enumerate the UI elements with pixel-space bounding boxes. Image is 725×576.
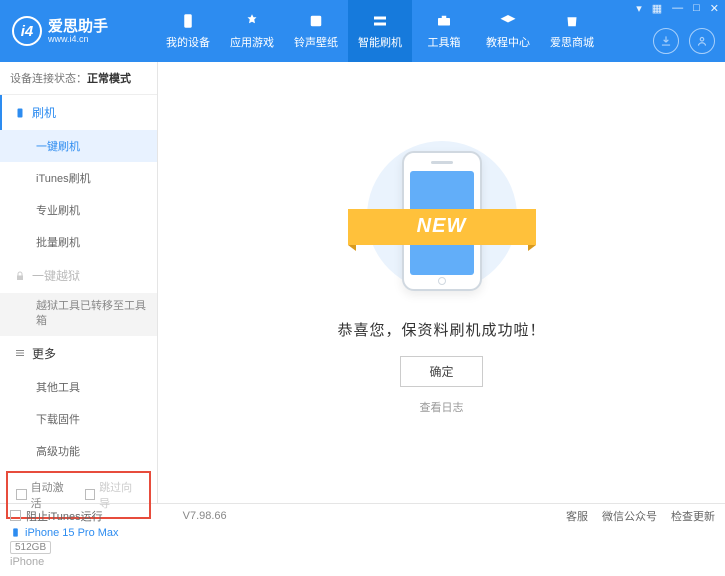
logo-title: 爱思助手 (48, 19, 108, 34)
connection-status: 设备连接状态：正常模式 (0, 62, 157, 95)
checkbox-block-itunes[interactable]: 阻止iTunes运行 (10, 508, 103, 524)
footer-link-wechat[interactable]: 微信公众号 (602, 508, 657, 524)
flash-icon (371, 12, 389, 30)
nav-label: 我的设备 (166, 34, 210, 50)
sidebar-item-advanced[interactable]: 高级功能 (0, 435, 157, 467)
sidebar-item-onekey-flash[interactable]: 一键刷机 (0, 130, 157, 162)
checkbox-label: 跳过向导 (99, 479, 141, 511)
checkbox-skip-wizard[interactable]: 跳过向导 (85, 479, 142, 511)
title-bar: ▾ ▦ — □ ✕ i4 爱思助手 www.i4.cn 我的设备 应用游戏 铃声… (0, 0, 725, 62)
sidebar-item-itunes-flash[interactable]: iTunes刷机 (0, 162, 157, 194)
sidebar-item-pro-flash[interactable]: 专业刷机 (0, 194, 157, 226)
nav-label: 爱思商城 (550, 34, 594, 50)
sidebar-item-other-tools[interactable]: 其他工具 (0, 371, 157, 403)
device-type: iPhone (10, 556, 147, 568)
ok-button[interactable]: 确定 (400, 356, 482, 387)
sidebar-group-label: 更多 (32, 345, 56, 362)
nav-apps[interactable]: 应用游戏 (220, 0, 284, 62)
device-capacity: 512GB (10, 541, 51, 554)
nav-store[interactable]: 爱思商城 (540, 0, 604, 62)
store-icon (563, 12, 581, 30)
user-button[interactable] (689, 28, 715, 54)
sidebar-group-jailbreak: 一键越狱 (0, 258, 157, 293)
checkbox-icon (85, 489, 96, 500)
main-content: NEW 恭喜您，保资料刷机成功啦！ 确定 查看日志 (158, 62, 725, 503)
nav-label: 铃声壁纸 (294, 34, 338, 50)
ringtone-icon (307, 12, 325, 30)
device-info[interactable]: iPhone 15 Pro Max 512GB iPhone (0, 523, 157, 576)
toolbox-icon (435, 12, 453, 30)
checkbox-icon (10, 510, 21, 521)
connection-mode: 正常模式 (87, 73, 131, 85)
logo[interactable]: i4 爱思助手 www.i4.cn (8, 16, 156, 46)
success-message: 恭喜您，保资料刷机成功啦！ (337, 319, 545, 340)
checkbox-label: 自动激活 (31, 479, 73, 511)
minimize-icon[interactable]: — (672, 2, 683, 15)
top-nav: 我的设备 应用游戏 铃声壁纸 智能刷机 工具箱 教程中心 爱思商城 (156, 0, 604, 62)
checkbox-auto-activate[interactable]: 自动激活 (16, 479, 73, 511)
nav-tutorials[interactable]: 教程中心 (476, 0, 540, 62)
sidebar-item-batch-flash[interactable]: 批量刷机 (0, 226, 157, 258)
sidebar-item-download-firmware[interactable]: 下载固件 (0, 403, 157, 435)
sidebar: 设备连接状态：正常模式 刷机 一键刷机 iTunes刷机 专业刷机 批量刷机 一… (0, 62, 158, 503)
window-controls: ▾ ▦ — □ ✕ (636, 2, 719, 15)
sidebar-jailbreak-info: 越狱工具已转移至工具箱 (0, 293, 157, 336)
apps-icon (243, 12, 261, 30)
device-icon (179, 12, 197, 30)
nav-label: 工具箱 (428, 34, 461, 50)
logo-icon: i4 (12, 16, 42, 46)
success-illustration: NEW (352, 131, 532, 301)
tutorial-icon (499, 12, 517, 30)
version-label: V7.98.66 (183, 510, 227, 522)
menu-icon[interactable]: ▾ (636, 2, 642, 15)
maximize-icon[interactable]: □ (693, 2, 700, 15)
nav-label: 智能刷机 (358, 34, 402, 50)
sidebar-group-more[interactable]: 更多 (0, 336, 157, 371)
device-name: iPhone 15 Pro Max (25, 527, 119, 539)
checkbox-icon (16, 489, 27, 500)
close-icon[interactable]: ✕ (710, 2, 719, 15)
view-log-link[interactable]: 查看日志 (420, 399, 464, 415)
nav-my-device[interactable]: 我的设备 (156, 0, 220, 62)
footer-link-update[interactable]: 检查更新 (671, 508, 715, 524)
new-ribbon: NEW (348, 209, 536, 245)
sidebar-group-label: 一键越狱 (32, 267, 80, 284)
nav-label: 教程中心 (486, 34, 530, 50)
checkbox-label: 阻止iTunes运行 (26, 508, 103, 524)
header-actions (653, 28, 715, 54)
nav-flash[interactable]: 智能刷机 (348, 0, 412, 62)
sidebar-group-flash[interactable]: 刷机 (0, 95, 157, 130)
download-button[interactable] (653, 28, 679, 54)
nav-label: 应用游戏 (230, 34, 274, 50)
footer-link-support[interactable]: 客服 (566, 508, 588, 524)
nav-toolbox[interactable]: 工具箱 (412, 0, 476, 62)
nav-ringtones[interactable]: 铃声壁纸 (284, 0, 348, 62)
sidebar-group-label: 刷机 (32, 104, 56, 121)
grid-icon[interactable]: ▦ (652, 2, 662, 15)
logo-subtitle: www.i4.cn (48, 34, 108, 44)
